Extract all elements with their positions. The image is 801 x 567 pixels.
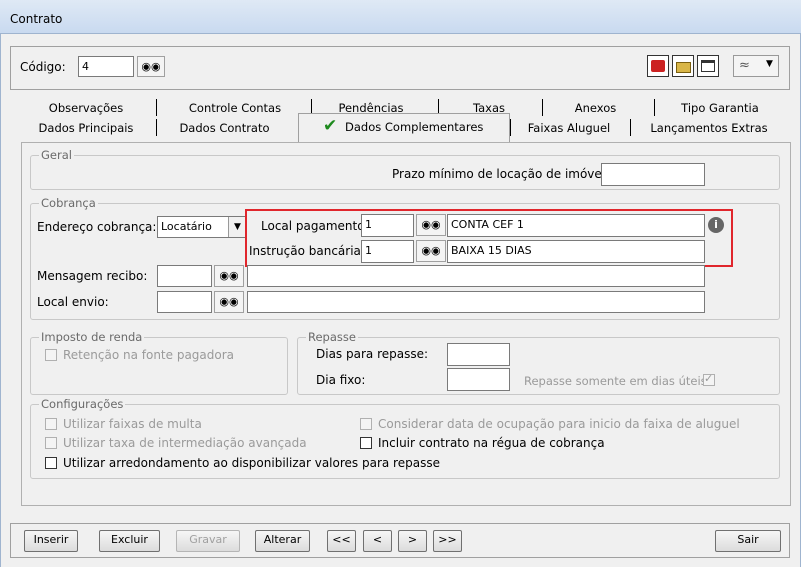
faixas-multa-checkbox[interactable]	[45, 418, 57, 430]
local-envio-code[interactable]	[157, 291, 212, 313]
prev-record-button[interactable]: <	[363, 530, 392, 552]
tab-divider	[156, 119, 157, 136]
window-titlebar: Contrato	[0, 0, 801, 34]
dias-repasse-input[interactable]	[447, 343, 510, 366]
dia-fixo-label: Dia fixo:	[316, 373, 366, 387]
excluir-button[interactable]: Excluir	[99, 530, 160, 552]
binoculars-icon: ◉◉	[141, 60, 161, 73]
last-record-button[interactable]: >>	[433, 530, 462, 552]
mensagem-desc	[247, 265, 705, 287]
tab-divider	[654, 99, 655, 116]
prazo-input[interactable]	[601, 163, 705, 186]
geral-legend: Geral	[39, 148, 74, 162]
tab-dados-contrato[interactable]: Dados Contrato	[162, 119, 287, 137]
tab-divider	[630, 119, 631, 136]
phone-icon[interactable]	[647, 55, 669, 77]
highlight-box	[245, 209, 733, 267]
configuracoes-legend: Configurações	[39, 397, 126, 411]
binoculars-icon: ◉◉	[219, 295, 239, 308]
folder-icon[interactable]	[672, 55, 694, 77]
taxa-intermediacao-label: Utilizar taxa de intermediação avançada	[63, 436, 307, 450]
local-envio-search-button[interactable]: ◉◉	[214, 291, 244, 313]
arredondamento-checkbox[interactable]	[45, 457, 57, 469]
imposto-legend: Imposto de renda	[39, 330, 145, 344]
layers-icon: ≈	[739, 58, 750, 73]
sair-button[interactable]: Sair	[715, 530, 781, 552]
check-icon: ✔	[323, 116, 338, 136]
gravar-button[interactable]: Gravar	[176, 530, 240, 552]
next-record-button[interactable]: >	[398, 530, 427, 552]
data-ocupacao-label: Considerar data de ocupação para inicio …	[378, 417, 740, 431]
endereco-label: Endereço cobrança:	[37, 220, 157, 234]
tab-label: Dados Complementares	[345, 120, 484, 134]
endereco-select[interactable]: Locatário ▼	[157, 216, 247, 238]
imposto-group: Imposto de renda	[30, 330, 288, 395]
first-record-button[interactable]: <<	[327, 530, 356, 552]
tab-lancamentos-extras[interactable]: Lançamentos Extras	[634, 119, 784, 137]
check-icon: ✓	[704, 372, 714, 385]
tab-observacoes[interactable]: Observações	[26, 99, 146, 117]
tab-dados-complementares-active[interactable]: ✔ Dados Complementares	[298, 113, 510, 143]
codigo-label: Código:	[20, 60, 66, 74]
faixas-multa-label: Utilizar faixas de multa	[63, 417, 202, 431]
dias-repasse-label: Dias para repasse:	[316, 347, 429, 361]
mensagem-code[interactable]	[157, 265, 212, 287]
repasse-legend: Repasse	[306, 330, 358, 344]
chevron-down-icon: ▼	[766, 59, 773, 69]
tab-controle-contas[interactable]: Controle Contas	[160, 99, 310, 117]
dia-fixo-input[interactable]	[447, 368, 510, 391]
window-title: Contrato	[10, 12, 63, 26]
tab-faixas-aluguel[interactable]: Faixas Aluguel	[514, 119, 624, 137]
inserir-button[interactable]: Inserir	[24, 530, 78, 552]
local-envio-desc	[247, 291, 705, 313]
layers-dropdown-button[interactable]: ≈ ▼	[733, 55, 779, 77]
tab-divider	[542, 99, 543, 116]
tab-tipo-garantia[interactable]: Tipo Garantia	[660, 99, 780, 117]
codigo-input[interactable]: 4	[78, 56, 134, 77]
tab-divider	[156, 99, 157, 116]
mensagem-search-button[interactable]: ◉◉	[214, 265, 244, 287]
tab-dados-principais[interactable]: Dados Principais	[26, 119, 146, 137]
codigo-search-button[interactable]: ◉◉	[137, 56, 165, 77]
prazo-label: Prazo mínimo de locação de imóveis:	[392, 167, 616, 181]
repasse-uteis-label: Repasse somente em dias úteis	[524, 374, 707, 388]
mensagem-label: Mensagem recibo:	[37, 269, 148, 283]
retencao-checkbox[interactable]	[45, 349, 57, 361]
arredondamento-label: Utilizar arredondamento ao disponibiliza…	[63, 456, 440, 470]
repasse-uteis-checkbox[interactable]: ✓	[703, 372, 715, 386]
window-icon[interactable]	[697, 55, 719, 77]
endereco-value: Locatário	[161, 220, 212, 233]
incluir-regua-checkbox[interactable]	[360, 437, 372, 449]
local-envio-label: Local envio:	[37, 295, 109, 309]
retencao-label: Retenção na fonte pagadora	[63, 348, 235, 362]
incluir-regua-label: Incluir contrato na régua de cobrança	[378, 436, 605, 450]
chevron-down-icon: ▼	[228, 217, 246, 237]
taxa-intermediacao-checkbox[interactable]	[45, 437, 57, 449]
binoculars-icon: ◉◉	[219, 269, 239, 282]
data-ocupacao-checkbox[interactable]	[360, 418, 372, 430]
cobranca-legend: Cobrança	[39, 196, 98, 210]
alterar-button[interactable]: Alterar	[255, 530, 310, 552]
tab-anexos[interactable]: Anexos	[548, 99, 643, 117]
tab-divider	[510, 119, 511, 136]
